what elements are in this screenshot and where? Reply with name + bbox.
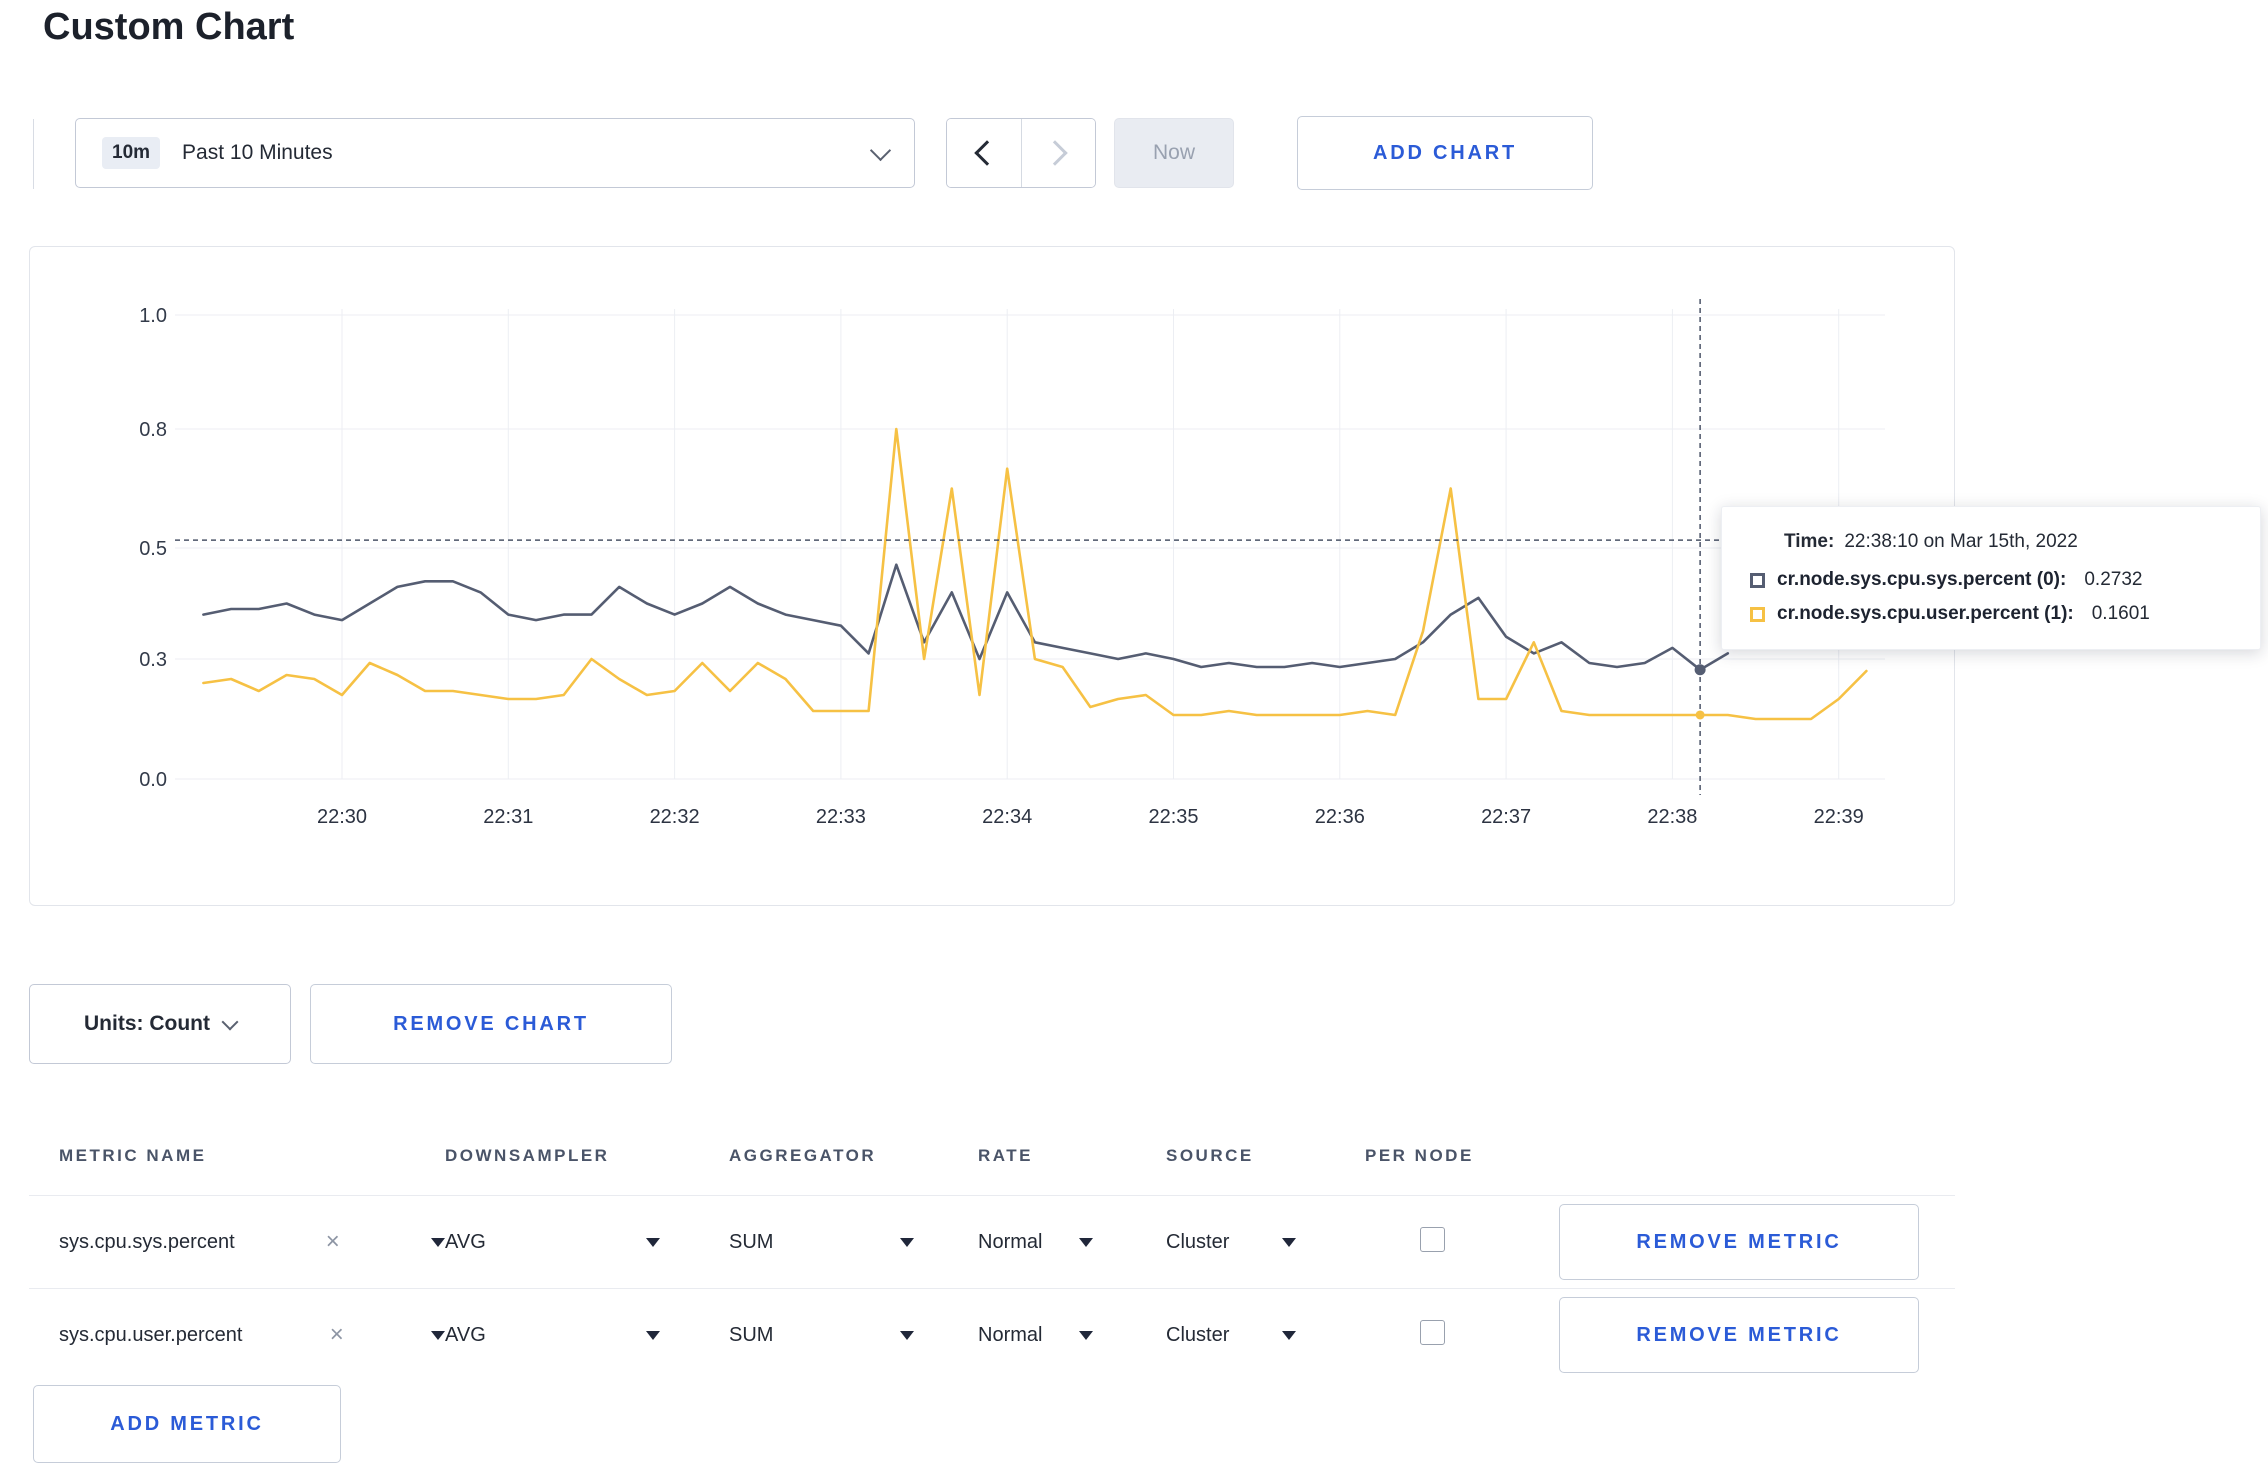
downsampler-value: AVG [445,1323,486,1346]
time-range-dropdown[interactable]: 10m Past 10 Minutes [75,118,915,188]
per-node-checkbox[interactable] [1420,1320,1445,1345]
remove-chart-button[interactable]: REMOVE CHART [310,984,672,1064]
remove-metric-button[interactable]: REMOVE METRIC [1559,1204,1919,1280]
custom-chart-page: Custom Chart 10m Past 10 Minutes Now ADD… [0,0,2268,1478]
source-value: Cluster [1166,1230,1230,1253]
metric-name: sys.cpu.sys.percent [59,1230,235,1253]
metric-name: sys.cpu.user.percent [59,1323,243,1346]
time-range-label: Past 10 Minutes [182,141,333,164]
add-metric-button[interactable]: ADD METRIC [33,1385,341,1463]
rate-select[interactable]: Normal [978,1324,1093,1347]
metric-row: sys.cpu.sys.percent × AVG SUM Normal Clu… [29,1195,1955,1288]
tooltip-series-label: cr.node.sys.cpu.user.percent (1): [1777,603,2074,624]
chevron-right-icon [1042,140,1068,166]
svg-text:0.0: 0.0 [139,769,167,791]
chevron-left-icon [974,140,1000,166]
tooltip-series-value: 0.2732 [2084,569,2143,590]
col-header-metric-name: METRIC NAME [59,1146,207,1165]
downsampler-select[interactable]: AVG [445,1231,660,1254]
tooltip-series-row: cr.node.sys.cpu.sys.percent (0): 0.2732 [1750,569,2232,591]
col-header-source: SOURCE [1166,1146,1254,1165]
time-range-badge: 10m [102,137,161,169]
tooltip-time-row: Time: 22:38:10 on Mar 15th, 2022 [1784,531,2232,553]
col-header-downsampler: DOWNSAMPLER [445,1146,610,1165]
svg-text:22:33: 22:33 [816,806,866,828]
rate-select[interactable]: Normal [978,1231,1093,1254]
chevron-down-icon [869,139,892,161]
source-select[interactable]: Cluster [1166,1324,1296,1347]
tooltip-time-label: Time: [1784,531,1835,552]
metric-row: sys.cpu.user.percent × AVG SUM Normal Cl… [29,1288,1955,1381]
caret-down-icon [1079,1330,1093,1340]
tooltip-series-row: cr.node.sys.cpu.user.percent (1): 0.1601 [1750,603,2232,625]
metrics-table: METRIC NAME DOWNSAMPLER AGGREGATOR RATE … [29,1117,1955,1381]
tooltip-series-label: cr.node.sys.cpu.sys.percent (0): [1777,569,2067,590]
caret-down-icon [900,1237,914,1247]
col-header-rate: RATE [978,1146,1034,1165]
clear-metric-icon[interactable]: × [330,1323,344,1347]
downsampler-select[interactable]: AVG [445,1324,660,1347]
source-select[interactable]: Cluster [1166,1231,1296,1254]
caret-down-icon [900,1330,914,1340]
aggregator-select[interactable]: SUM [729,1231,914,1254]
svg-text:22:37: 22:37 [1481,806,1531,828]
chevron-down-icon [221,1013,239,1031]
rate-value: Normal [978,1323,1043,1346]
metrics-chart[interactable]: 0.0 0.3 0.5 0.8 1.0 22:30 22:31 22:32 22:33 22:34… [30,247,1954,905]
page-title: Custom Chart [43,6,295,48]
aggregator-select[interactable]: SUM [729,1324,914,1347]
svg-text:22:36: 22:36 [1315,806,1365,828]
svg-text:22:39: 22:39 [1814,806,1864,828]
per-node-checkbox[interactable] [1420,1227,1445,1252]
caret-down-icon [646,1330,660,1340]
source-value: Cluster [1166,1323,1230,1346]
aggregator-value: SUM [729,1230,774,1253]
svg-text:22:32: 22:32 [650,806,700,828]
svg-text:1.0: 1.0 [139,305,167,327]
caret-down-icon [430,1330,445,1340]
add-chart-button[interactable]: ADD CHART [1297,116,1593,190]
svg-text:22:31: 22:31 [483,806,533,828]
caret-down-icon [1079,1237,1093,1247]
tooltip-series-value: 0.1601 [2091,603,2150,624]
col-header-aggregator: AGGREGATOR [729,1146,877,1165]
downsampler-value: AVG [445,1230,486,1253]
clear-metric-icon[interactable]: × [326,1230,340,1254]
tooltip-time-value: 22:38:10 on Mar 15th, 2022 [1844,531,2078,552]
now-button[interactable]: Now [1114,118,1234,188]
metric-name-select[interactable]: sys.cpu.user.percent × [59,1323,445,1347]
caret-down-icon [646,1237,660,1247]
svg-text:22:34: 22:34 [982,806,1032,828]
user-series-swatch-icon [1750,606,1765,622]
next-time-button[interactable] [1021,119,1095,187]
col-header-per-node: PER NODE [1365,1146,1474,1165]
metrics-table-header: METRIC NAME DOWNSAMPLER AGGREGATOR RATE … [29,1117,1955,1195]
sys-series-swatch-icon [1750,572,1765,588]
svg-text:0.8: 0.8 [139,419,167,441]
units-label: Units: Count [84,1012,210,1035]
svg-text:22:35: 22:35 [1148,806,1198,828]
prev-time-button[interactable] [947,119,1022,187]
caret-down-icon [430,1237,445,1247]
svg-text:22:38: 22:38 [1647,806,1697,828]
aggregator-value: SUM [729,1323,774,1346]
caret-down-icon [1282,1237,1296,1247]
rate-value: Normal [978,1230,1043,1253]
toolbar-divider [33,119,34,189]
metric-name-select[interactable]: sys.cpu.sys.percent × [59,1230,445,1254]
chart-panel: 0.0 0.3 0.5 0.8 1.0 22:30 22:31 22:32 22:33 22:34… [29,246,1955,906]
svg-text:22:30: 22:30 [317,806,367,828]
units-dropdown[interactable]: Units: Count [29,984,291,1064]
time-nav-group [946,118,1096,188]
caret-down-icon [1282,1330,1296,1340]
remove-metric-button[interactable]: REMOVE METRIC [1559,1297,1919,1373]
svg-text:0.5: 0.5 [139,538,167,560]
chart-tooltip: Time: 22:38:10 on Mar 15th, 2022 cr.node.… [1721,506,2261,650]
svg-text:0.3: 0.3 [139,649,167,671]
